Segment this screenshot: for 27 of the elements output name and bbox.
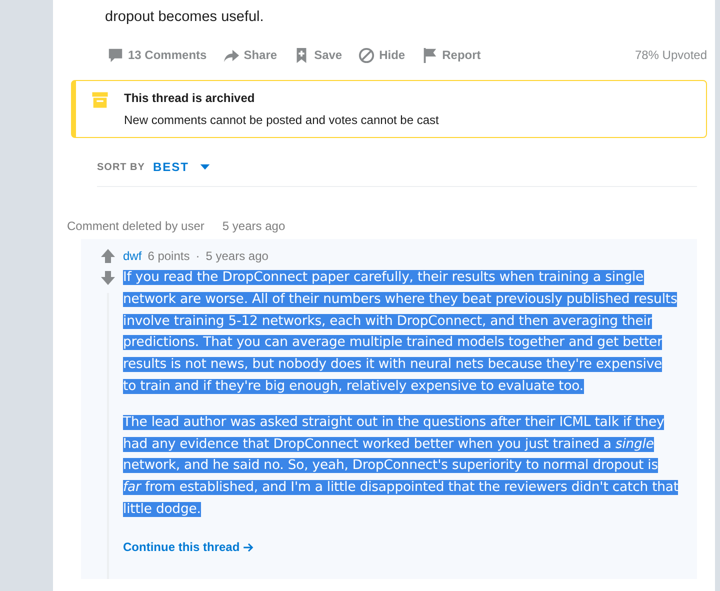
sort-label: SORT BY (97, 160, 145, 174)
comment-time: 5 years ago (206, 248, 268, 265)
comment-icon (107, 46, 124, 64)
notice-title: This thread is archived (124, 90, 256, 107)
up-arrow-icon (99, 247, 117, 265)
deleted-comment-text: Comment deleted by user (67, 218, 204, 235)
notice-text: New comments cannot be posted and votes cannot be cast (124, 112, 439, 129)
sort-dropdown[interactable]: BEST (152, 158, 211, 176)
archive-box-icon (90, 89, 110, 111)
downvote-button[interactable] (99, 269, 117, 287)
right-arrow-icon (243, 542, 254, 554)
share-button[interactable]: Share (220, 44, 280, 66)
comments-button[interactable]: 13 Comments (105, 44, 209, 66)
flag-icon (421, 46, 438, 64)
save-button[interactable]: Save (291, 44, 344, 66)
continue-thread-link[interactable]: Continue this thread (123, 540, 254, 554)
hide-button[interactable]: Hide (356, 44, 408, 66)
author-link[interactable]: dwf (123, 247, 142, 265)
report-button[interactable]: Report (419, 44, 483, 66)
comment-time: 5 years ago (222, 218, 286, 235)
down-arrow-icon (99, 269, 117, 287)
prohibited-icon (358, 46, 376, 64)
separator-dot: · (196, 248, 200, 265)
upvote-ratio: 78% Upvoted (634, 47, 707, 64)
post-body-text: dropout becomes useful. (105, 8, 265, 27)
comment-points: 6 points (148, 248, 190, 265)
upvote-button[interactable] (99, 247, 117, 265)
